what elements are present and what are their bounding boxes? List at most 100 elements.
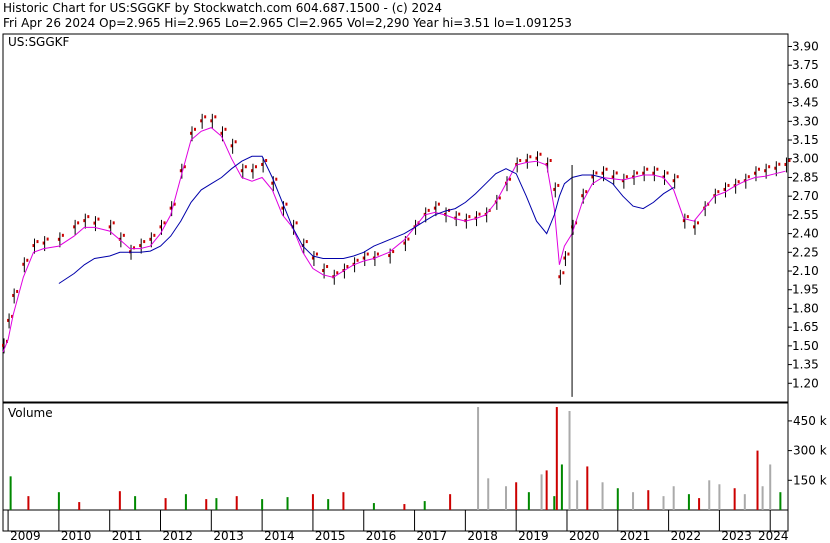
x-axis-year-label: 2022 — [671, 529, 702, 543]
price-bar-mark — [16, 289, 19, 293]
price-bar-mark — [676, 175, 679, 179]
price-bar-mark — [224, 127, 227, 131]
volume-bar — [327, 499, 330, 510]
x-axis-year-label: 2021 — [620, 529, 651, 543]
price-bar-mark — [519, 158, 522, 162]
price-bar-mark — [778, 162, 781, 166]
price-bar-mark — [458, 212, 461, 216]
volume-bar — [403, 504, 406, 510]
volume-bar — [261, 499, 264, 510]
volume-bar — [586, 466, 589, 510]
x-axis-year-label: 2009 — [10, 529, 41, 543]
price-bar-mark — [305, 240, 308, 244]
price-bar-mark — [539, 152, 542, 156]
price-bar-mark — [143, 240, 146, 244]
volume-bar — [57, 492, 60, 510]
price-y-tick-label: 1.95 — [792, 283, 819, 297]
price-y-tick-label: 2.10 — [792, 264, 819, 278]
volume-bar — [184, 494, 187, 510]
price-y-tick-label: 1.50 — [792, 339, 819, 353]
price-y-tick-label: 3.15 — [792, 133, 819, 147]
x-axis-year-label: 2020 — [569, 529, 600, 543]
x-axis-year-label: 2018 — [467, 529, 498, 543]
x-axis-year-label: 2019 — [518, 529, 549, 543]
price-y-tick-label: 3.90 — [792, 39, 819, 53]
volume-bar — [779, 492, 782, 510]
volume-bar — [545, 470, 548, 510]
volume-bar — [632, 492, 635, 510]
price-bar-mark — [646, 167, 649, 171]
volume-bar — [311, 494, 314, 510]
chart-stage: Historic Chart for US:SGGKF by Stockwatc… — [0, 0, 830, 543]
price-bar-mark — [326, 265, 329, 269]
price-bar-mark — [193, 127, 196, 131]
volume-panel-title: Volume — [8, 406, 53, 420]
volume-bar — [515, 482, 518, 510]
price-y-tick-label: 2.55 — [792, 208, 819, 222]
volume-bar — [576, 480, 579, 510]
price-bar-mark — [727, 183, 730, 187]
x-axis-panel — [2, 509, 789, 532]
price-bar-mark — [567, 252, 570, 256]
volume-bar — [616, 488, 619, 510]
price-bar-mark — [275, 177, 278, 181]
volume-bar — [215, 498, 218, 510]
price-bar-mark — [163, 221, 166, 225]
price-bar-mark — [366, 252, 369, 256]
price-bar-mark — [254, 165, 257, 169]
x-axis-year-label: 2012 — [163, 529, 194, 543]
volume-bar — [134, 496, 137, 510]
price-bar-mark — [244, 165, 247, 169]
volume-bar — [477, 407, 480, 510]
x-axis-year-label: 2023 — [721, 529, 752, 543]
volume-bar — [560, 464, 563, 510]
price-y-tick-label: 3.00 — [792, 152, 819, 166]
x-axis-year-label: 2010 — [61, 529, 92, 543]
price-bar-mark — [478, 212, 481, 216]
price-bar-mark — [46, 237, 49, 241]
price-panel — [2, 33, 789, 403]
price-bar-mark — [686, 215, 689, 219]
volume-bar — [601, 482, 604, 510]
x-axis-year-label: 2015 — [315, 529, 346, 543]
price-bar-mark — [656, 167, 659, 171]
price-y-tick-label: 3.75 — [792, 58, 819, 72]
price-bar-mark — [549, 158, 552, 162]
volume-y-tick-label: 450 k — [793, 414, 827, 428]
price-bar-mark — [737, 180, 740, 184]
chart-svg: 3.90 3.75 3.60 3.45 3.30 3.15 3.00 2.85 2.70 2.55… — [2, 33, 827, 543]
price-bar-mark — [605, 167, 608, 171]
price-y-tick-label: 1.65 — [792, 320, 819, 334]
volume-bar — [568, 411, 571, 510]
price-bar-mark — [562, 271, 565, 275]
price-bar-mark — [234, 140, 237, 144]
price-bar-mark — [285, 202, 288, 206]
price-bar-mark — [295, 221, 298, 225]
x-axis-year-label: 2016 — [366, 529, 397, 543]
volume-bar — [27, 496, 30, 510]
x-axis-year-label: 2011 — [112, 529, 143, 543]
price-bar-mark — [468, 215, 471, 219]
price-y-tick-label: 3.30 — [792, 114, 819, 128]
price-bar-mark — [61, 233, 64, 237]
volume-bar — [698, 498, 701, 510]
price-bar-mark — [615, 171, 618, 175]
volume-bar — [743, 494, 746, 510]
volume-bar — [672, 486, 675, 510]
price-bar-mark — [77, 221, 80, 225]
volume-bar — [118, 491, 121, 510]
volume-y-tick-label: 150 k — [793, 473, 827, 487]
volume-bar — [286, 497, 289, 510]
volume-bar — [708, 480, 711, 510]
volume-bar — [449, 494, 452, 510]
volume-y-tick-label: 300 k — [793, 444, 827, 458]
price-bar-mark — [557, 183, 560, 187]
price-bar-mark — [437, 202, 440, 206]
volume-bar — [505, 486, 508, 510]
x-axis-year-label: 2024 — [758, 529, 789, 543]
price-y-tick-label: 1.35 — [792, 358, 819, 372]
x-axis-year-label: 2014 — [264, 529, 295, 543]
price-bar-mark — [717, 190, 720, 194]
price-bar-mark — [356, 258, 359, 262]
price-bar-mark — [392, 250, 395, 254]
